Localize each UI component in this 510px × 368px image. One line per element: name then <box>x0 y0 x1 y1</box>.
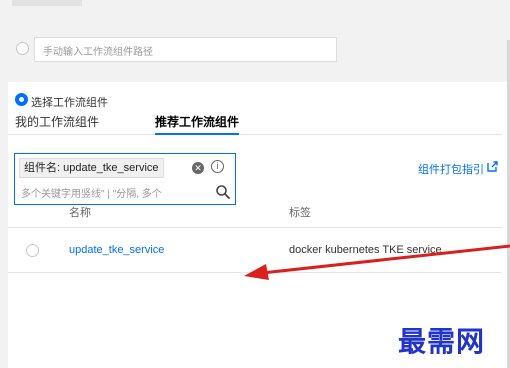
manual-input-section: 手动输入工作流组件路径 <box>0 22 510 72</box>
component-name-link[interactable]: update_tke_service <box>69 244 164 256</box>
row-radio[interactable] <box>26 244 39 257</box>
search-icon[interactable] <box>215 184 231 200</box>
close-icon[interactable]: ✕ <box>192 162 204 174</box>
top-strip <box>0 0 510 22</box>
packaging-guide-link[interactable]: 组件打包指引 <box>418 161 484 177</box>
manual-radio[interactable] <box>16 42 29 55</box>
manual-path-input[interactable]: 手动输入工作流组件路径 <box>34 37 337 62</box>
manual-path-placeholder: 手动输入工作流组件路径 <box>43 47 153 58</box>
annotation-arrow <box>244 244 510 280</box>
search-box[interactable]: 组件名: update_tke_service ✕ i 多个关键字用竖线" | … <box>14 153 236 205</box>
watermark: 最需网 <box>398 325 486 358</box>
component-tabs: 我的工作流组件 推荐工作流组件 <box>8 108 502 135</box>
tab-my-components[interactable]: 我的工作流组件 <box>15 113 99 135</box>
column-header-tags: 标签 <box>289 207 311 219</box>
select-radio[interactable] <box>15 93 28 106</box>
search-tag-chip[interactable]: 组件名: update_tke_service <box>19 158 164 178</box>
external-link-icon[interactable] <box>487 161 498 172</box>
tab-recommended-components[interactable]: 推荐工作流组件 <box>155 113 240 135</box>
cropped-label <box>12 0 82 6</box>
search-input[interactable]: 多个关键字用竖线" | "分隔, 多个 <box>21 185 201 200</box>
info-icon[interactable]: i <box>211 160 224 173</box>
column-header-name: 名称 <box>69 207 91 219</box>
